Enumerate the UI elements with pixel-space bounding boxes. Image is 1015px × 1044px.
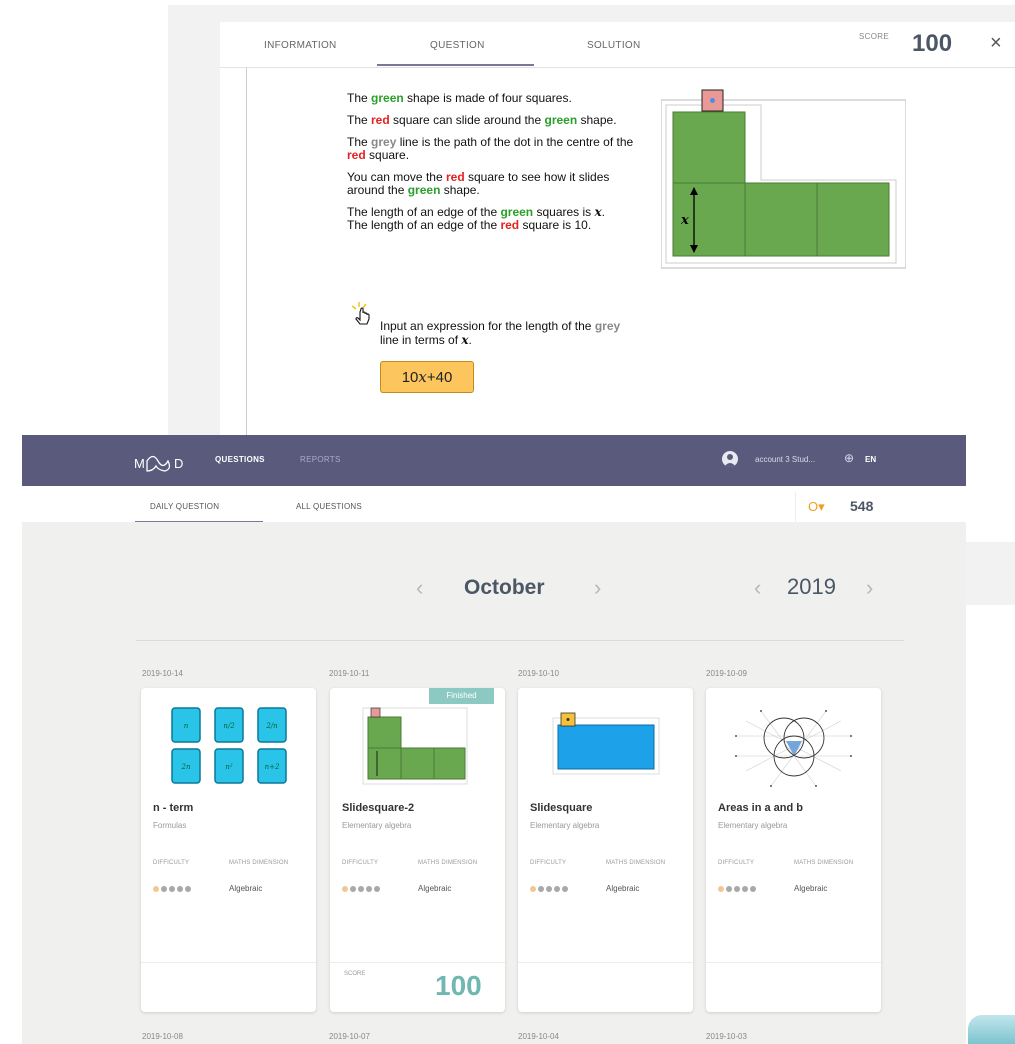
card-subtitle: Elementary algebra <box>718 821 788 830</box>
close-icon[interactable]: × <box>990 33 1002 53</box>
year-label: 2019 <box>787 574 836 599</box>
mad-logo[interactable]: M D <box>134 450 198 474</box>
tab-all-questions[interactable]: ALL QUESTIONS <box>296 502 362 511</box>
account-name[interactable]: account 3 Stud... <box>755 455 815 464</box>
difficulty-dots <box>342 879 402 892</box>
month-label: October <box>464 576 545 599</box>
question-line: The green shape is made of four squares. <box>347 91 572 105</box>
card-thumbnail: n n/2 2/n 2n n² n+2 <box>171 707 287 784</box>
tab-solution[interactable]: SOLUTION <box>587 40 641 51</box>
svg-text:M: M <box>134 456 145 471</box>
month-prev-button[interactable]: ‹ <box>416 577 423 599</box>
question-card-slidesquare-2[interactable]: Finished Slidesquare-2 Elementary algebr… <box>330 688 505 1012</box>
tab-daily-question[interactable]: DAILY QUESTION <box>150 502 219 511</box>
card-title: Areas in a and b <box>718 802 803 814</box>
nav-questions[interactable]: QUESTIONS <box>215 455 265 464</box>
maths-dimension-value: Algebraic <box>794 884 828 893</box>
card-date: 2019-10-09 <box>706 669 747 678</box>
card-title: n - term <box>153 802 194 814</box>
nav-reports[interactable]: REPORTS <box>300 455 341 464</box>
question-line: The length of an edge of the green squar… <box>347 205 605 232</box>
coins-counter: O▾ 548 <box>795 492 889 522</box>
avatar[interactable] <box>722 451 738 467</box>
month-next-button[interactable]: › <box>594 577 601 599</box>
score-label: SCORE <box>859 32 889 41</box>
answer-input[interactable]: 10x+40 <box>380 361 474 393</box>
card-footer-divider <box>518 962 693 963</box>
svg-text:n/2: n/2 <box>223 722 235 730</box>
svg-text:2/n: 2/n <box>265 722 278 730</box>
input-instruction: Input an expression for the length of th… <box>380 319 621 347</box>
svg-text:n: n <box>184 722 189 730</box>
active-tab-indicator <box>377 64 534 66</box>
card-date: 2019-10-03 <box>706 1032 747 1041</box>
card-footer-divider <box>330 962 505 963</box>
card-score-value: 100 <box>435 970 482 1001</box>
svg-text:2n: 2n <box>181 763 191 771</box>
svg-text:n²: n² <box>225 763 233 771</box>
card-subtitle: Elementary algebra <box>342 821 412 830</box>
top-navigation: M D QUESTIONS REPORTS account 3 Stud... … <box>22 435 966 486</box>
card-title: Slidesquare-2 <box>342 802 415 814</box>
header-divider <box>136 640 904 641</box>
card-score-label: SCORE <box>344 971 366 977</box>
maths-dimension-label: MATHS DIMENSION <box>229 860 289 866</box>
card-date: 2019-10-14 <box>142 669 183 678</box>
year-prev-button[interactable]: ‹ <box>754 577 761 599</box>
question-card-slidesquare[interactable]: Slidesquare Elementary algebra DIFFICULT… <box>518 688 693 1012</box>
key-icon: O▾ <box>808 499 825 514</box>
question-text: The green shape is made of four squares.… <box>347 92 637 232</box>
coins-value: 548 <box>850 498 874 514</box>
difficulty-label: DIFFICULTY <box>342 860 379 866</box>
difficulty-label: DIFFICULTY <box>718 860 755 866</box>
maths-dimension-label: MATHS DIMENSION <box>794 860 854 866</box>
maths-dimension-value: Algebraic <box>229 884 263 893</box>
card-thumbnail <box>735 710 852 787</box>
difficulty-label: DIFFICULTY <box>153 860 190 866</box>
question-line: The grey line is the path of the dot in … <box>347 135 634 162</box>
year-next-button[interactable]: › <box>866 577 873 599</box>
difficulty-label: DIFFICULTY <box>530 860 567 866</box>
globe-icon[interactable]: ⊕ <box>844 452 854 464</box>
decorative-corner <box>968 1015 1015 1044</box>
question-card-n-term[interactable]: n n/2 2/n 2n n² n+2 n - term Formulas DI… <box>141 688 316 1012</box>
sub-navigation: DAILY QUESTION ALL QUESTIONS O▾ 548 <box>22 486 966 523</box>
path-dot <box>710 98 715 103</box>
card-subtitle: Elementary algebra <box>530 821 600 830</box>
question-line: The red square can slide around the gree… <box>347 113 617 127</box>
card-thumbnail <box>362 707 468 785</box>
pointer-hand-icon <box>351 302 370 325</box>
card-date: 2019-10-04 <box>518 1032 559 1041</box>
card-date: 2019-10-07 <box>329 1032 370 1041</box>
question-line: You can move the red square to see how i… <box>347 170 610 197</box>
slidesquare-figure: x <box>661 89 906 269</box>
tab-information[interactable]: INFORMATION <box>264 40 337 51</box>
card-footer-divider <box>706 962 881 963</box>
card-title: Slidesquare <box>530 802 593 814</box>
maths-dimension-value: Algebraic <box>606 884 640 893</box>
card-footer-divider <box>141 962 316 963</box>
card-date: 2019-10-11 <box>329 669 370 678</box>
card-date: 2019-10-10 <box>518 669 559 678</box>
maths-dimension-label: MATHS DIMENSION <box>606 860 666 866</box>
language-selector[interactable]: EN <box>865 455 876 464</box>
difficulty-dots <box>153 879 213 892</box>
question-card-areas[interactable]: Areas in a and b Elementary algebra DIFF… <box>706 688 881 1012</box>
tab-question[interactable]: QUESTION <box>430 40 485 51</box>
edge-label-x: x <box>680 213 689 228</box>
card-thumbnail <box>552 712 660 775</box>
card-date: 2019-10-08 <box>142 1032 183 1041</box>
user-icon <box>724 454 736 467</box>
maths-dimension-value: Algebraic <box>418 884 452 893</box>
svg-text:n+2: n+2 <box>265 763 280 771</box>
question-content: The green shape is made of four squares.… <box>246 68 947 468</box>
maths-dimension-label: MATHS DIMENSION <box>418 860 478 866</box>
svg-text:D: D <box>174 456 183 471</box>
score-value: 100 <box>912 30 953 57</box>
card-subtitle: Formulas <box>153 821 187 830</box>
calendar-view: ‹ October › ‹ 2019 › 2019-10-14 2019-10-… <box>22 522 966 1044</box>
difficulty-dots <box>530 879 590 892</box>
difficulty-dots <box>718 879 778 892</box>
nterm-tiles <box>171 707 287 784</box>
